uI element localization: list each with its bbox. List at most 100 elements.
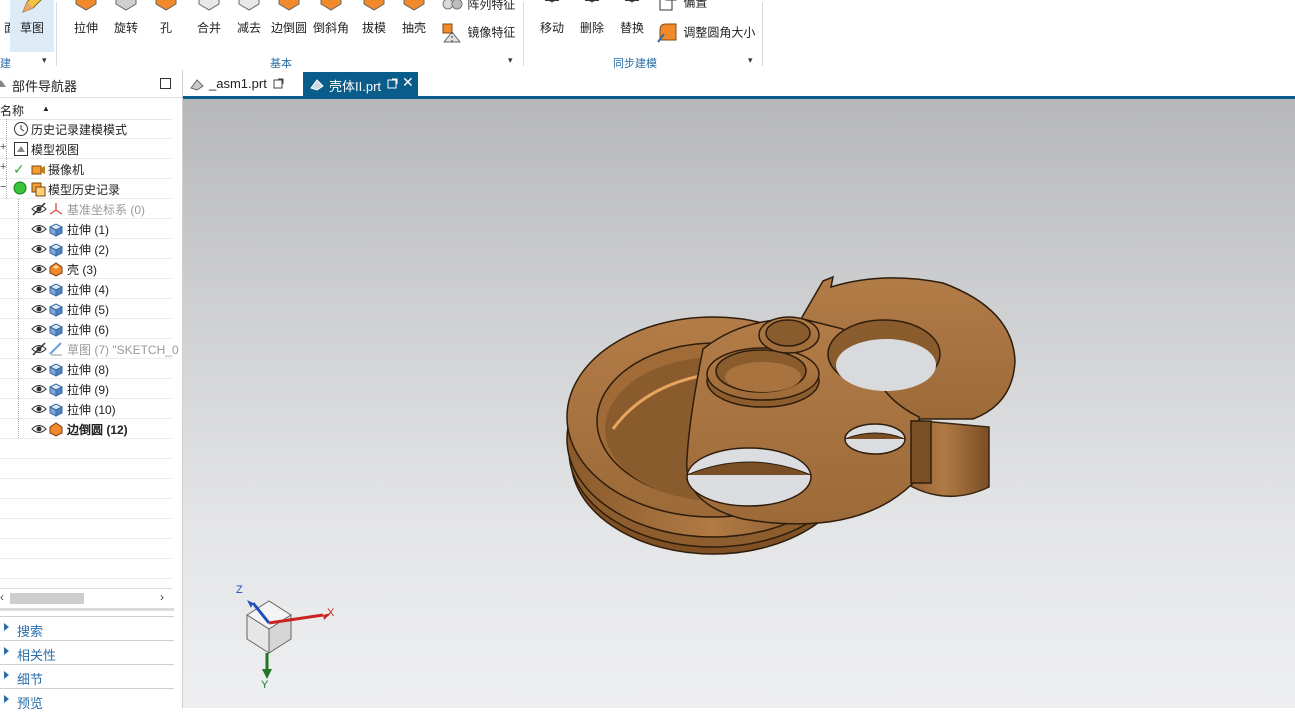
eye-icon[interactable] bbox=[31, 422, 47, 436]
draft-icon bbox=[363, 0, 385, 11]
tab-shell-part[interactable]: 壳体II.prt ✕ bbox=[303, 72, 418, 96]
tree-line bbox=[18, 419, 20, 438]
eye-icon[interactable] bbox=[31, 382, 47, 396]
empty-row bbox=[0, 519, 172, 539]
panel-label: 相关性 bbox=[17, 648, 57, 663]
tree-line bbox=[6, 159, 8, 178]
ribbon-toolbar: 面 草图 建 ▾ 拉伸旋转孔合并减去边倒圆倒斜角拔模抽壳 阵列特征 镜像特征 基… bbox=[0, 0, 1295, 71]
navigator-header: 部件导航器 bbox=[0, 70, 182, 98]
tree-row[interactable]: 草图 (7) "SKETCH_0 bbox=[0, 339, 179, 359]
eye-icon[interactable] bbox=[31, 302, 47, 316]
view-triad[interactable]: Z X Y bbox=[236, 584, 335, 691]
offset-button[interactable]: 偏置 bbox=[656, 0, 707, 14]
tree-line bbox=[18, 279, 20, 298]
tree-row-label: 拉伸 (4) bbox=[67, 283, 110, 297]
tree-row[interactable]: 拉伸 (2) bbox=[0, 239, 172, 259]
move-face-icon bbox=[545, 0, 559, 3]
extrude-icon bbox=[48, 221, 64, 237]
mirror-feature-button[interactable]: 镜像特征 bbox=[440, 20, 515, 44]
tab-asm1[interactable]: _asm1.prt bbox=[183, 72, 301, 96]
expand-arrow-icon bbox=[4, 695, 9, 703]
hidden-eye-icon[interactable] bbox=[31, 202, 47, 216]
unite-icon bbox=[198, 0, 220, 11]
tree-row[interactable]: + ✓ 摄像机 bbox=[0, 159, 172, 179]
x-axis-label: X bbox=[327, 607, 335, 619]
ribbon-button-shell[interactable]: 抽壳 bbox=[392, 0, 436, 52]
tree-row[interactable]: 拉伸 (5) bbox=[0, 299, 172, 319]
tree-line bbox=[18, 219, 20, 238]
scroll-right-icon[interactable]: › bbox=[160, 590, 164, 604]
resize-blend-button[interactable]: 调整圆角大小 bbox=[656, 20, 755, 44]
expand-arrow-icon bbox=[4, 623, 9, 631]
tree-row[interactable]: 拉伸 (10) bbox=[0, 399, 172, 419]
tree-row-label: 拉伸 (6) bbox=[67, 323, 110, 337]
tree-row[interactable]: 拉伸 (1) bbox=[0, 219, 172, 239]
tree-row-label: 模型视图 bbox=[31, 143, 80, 157]
model-views-icon bbox=[13, 141, 29, 157]
column-header-name[interactable]: 名称 ▲ bbox=[0, 99, 172, 120]
check-icon[interactable]: ✓ bbox=[13, 161, 29, 177]
ribbon-button-label: 替换 bbox=[619, 21, 644, 35]
panel-1[interactable]: 相关性 bbox=[0, 640, 174, 663]
eye-icon[interactable] bbox=[31, 322, 47, 336]
tree-row[interactable]: 壳 (3) bbox=[0, 259, 172, 279]
eye-icon[interactable] bbox=[31, 282, 47, 296]
tree-row[interactable]: + 模型视图 bbox=[0, 139, 172, 159]
sync-group-expand-icon[interactable]: ▾ bbox=[748, 55, 753, 66]
pattern-feature-label: 阵列特征 bbox=[467, 0, 516, 12]
basic-group-expand-icon[interactable]: ▾ bbox=[508, 55, 513, 66]
panel-0[interactable]: 搜索 bbox=[0, 616, 174, 639]
pattern-feature-button[interactable]: 阵列特征 bbox=[440, 0, 515, 16]
tree-line bbox=[6, 179, 8, 198]
eye-icon[interactable] bbox=[31, 222, 47, 236]
empty-row bbox=[0, 459, 172, 479]
tree-row[interactable]: 拉伸 (8) bbox=[0, 359, 172, 379]
extrude-icon bbox=[48, 281, 64, 297]
tree-row[interactable]: 历史记录建模模式 bbox=[0, 119, 172, 139]
tree-row[interactable]: 基准坐标系 (0) bbox=[0, 199, 172, 219]
tree-row[interactable]: − 模型历史记录 bbox=[0, 179, 172, 199]
hidden-eye-icon[interactable] bbox=[31, 342, 47, 356]
tab-label: _asm1.prt bbox=[209, 76, 267, 91]
horizontal-scrollbar[interactable]: ‹ › bbox=[0, 588, 172, 607]
shell-part-model[interactable] bbox=[566, 275, 1016, 555]
panel-2[interactable]: 细节 bbox=[0, 664, 174, 687]
mirror-icon bbox=[442, 23, 462, 44]
eye-icon[interactable] bbox=[31, 402, 47, 416]
replace-face-icon bbox=[625, 0, 639, 3]
tree-row-label: 拉伸 (1) bbox=[67, 223, 110, 237]
tree-row[interactable]: 拉伸 (9) bbox=[0, 379, 172, 399]
eye-icon[interactable] bbox=[31, 242, 47, 256]
empty-row bbox=[0, 479, 172, 499]
navigator-icon bbox=[0, 80, 6, 87]
tree-row-label: 拉伸 (9) bbox=[67, 383, 110, 397]
pattern-icon bbox=[442, 0, 463, 10]
extrude-icon bbox=[48, 401, 64, 417]
part-file-icon bbox=[190, 79, 204, 91]
tree-line bbox=[6, 119, 8, 138]
tree-row[interactable]: 边倒圆 (12) bbox=[0, 419, 172, 439]
splitter[interactable] bbox=[0, 608, 174, 611]
expand-arrow-icon bbox=[4, 671, 9, 679]
eye-icon[interactable] bbox=[31, 362, 47, 376]
sketch-button[interactable]: 草图 bbox=[10, 0, 54, 52]
z-axis-label: Z bbox=[236, 584, 243, 596]
offset-label: 偏置 bbox=[683, 0, 708, 10]
tree-row[interactable]: 拉伸 (4) bbox=[0, 279, 172, 299]
group-expand-icon[interactable]: ▾ bbox=[42, 55, 47, 66]
sketch-icon bbox=[48, 341, 64, 357]
scroll-thumb[interactable] bbox=[10, 593, 84, 604]
mirror-feature-label: 镜像特征 bbox=[467, 25, 516, 40]
close-icon[interactable]: ✕ bbox=[402, 74, 414, 91]
graphics-window[interactable]: Z X Y bbox=[183, 99, 1295, 708]
panel-label: 细节 bbox=[17, 672, 44, 687]
revolve-icon bbox=[115, 0, 137, 11]
maximize-icon[interactable] bbox=[160, 78, 171, 89]
edge-blend-icon bbox=[48, 421, 64, 437]
scroll-left-icon[interactable]: ‹ bbox=[0, 590, 4, 604]
tree-line bbox=[18, 379, 20, 398]
eye-icon[interactable] bbox=[31, 262, 47, 276]
tree-row[interactable]: 拉伸 (6) bbox=[0, 319, 172, 339]
hole-icon bbox=[155, 0, 177, 11]
ribbon-button-replace-face[interactable]: 替换 bbox=[610, 0, 654, 52]
